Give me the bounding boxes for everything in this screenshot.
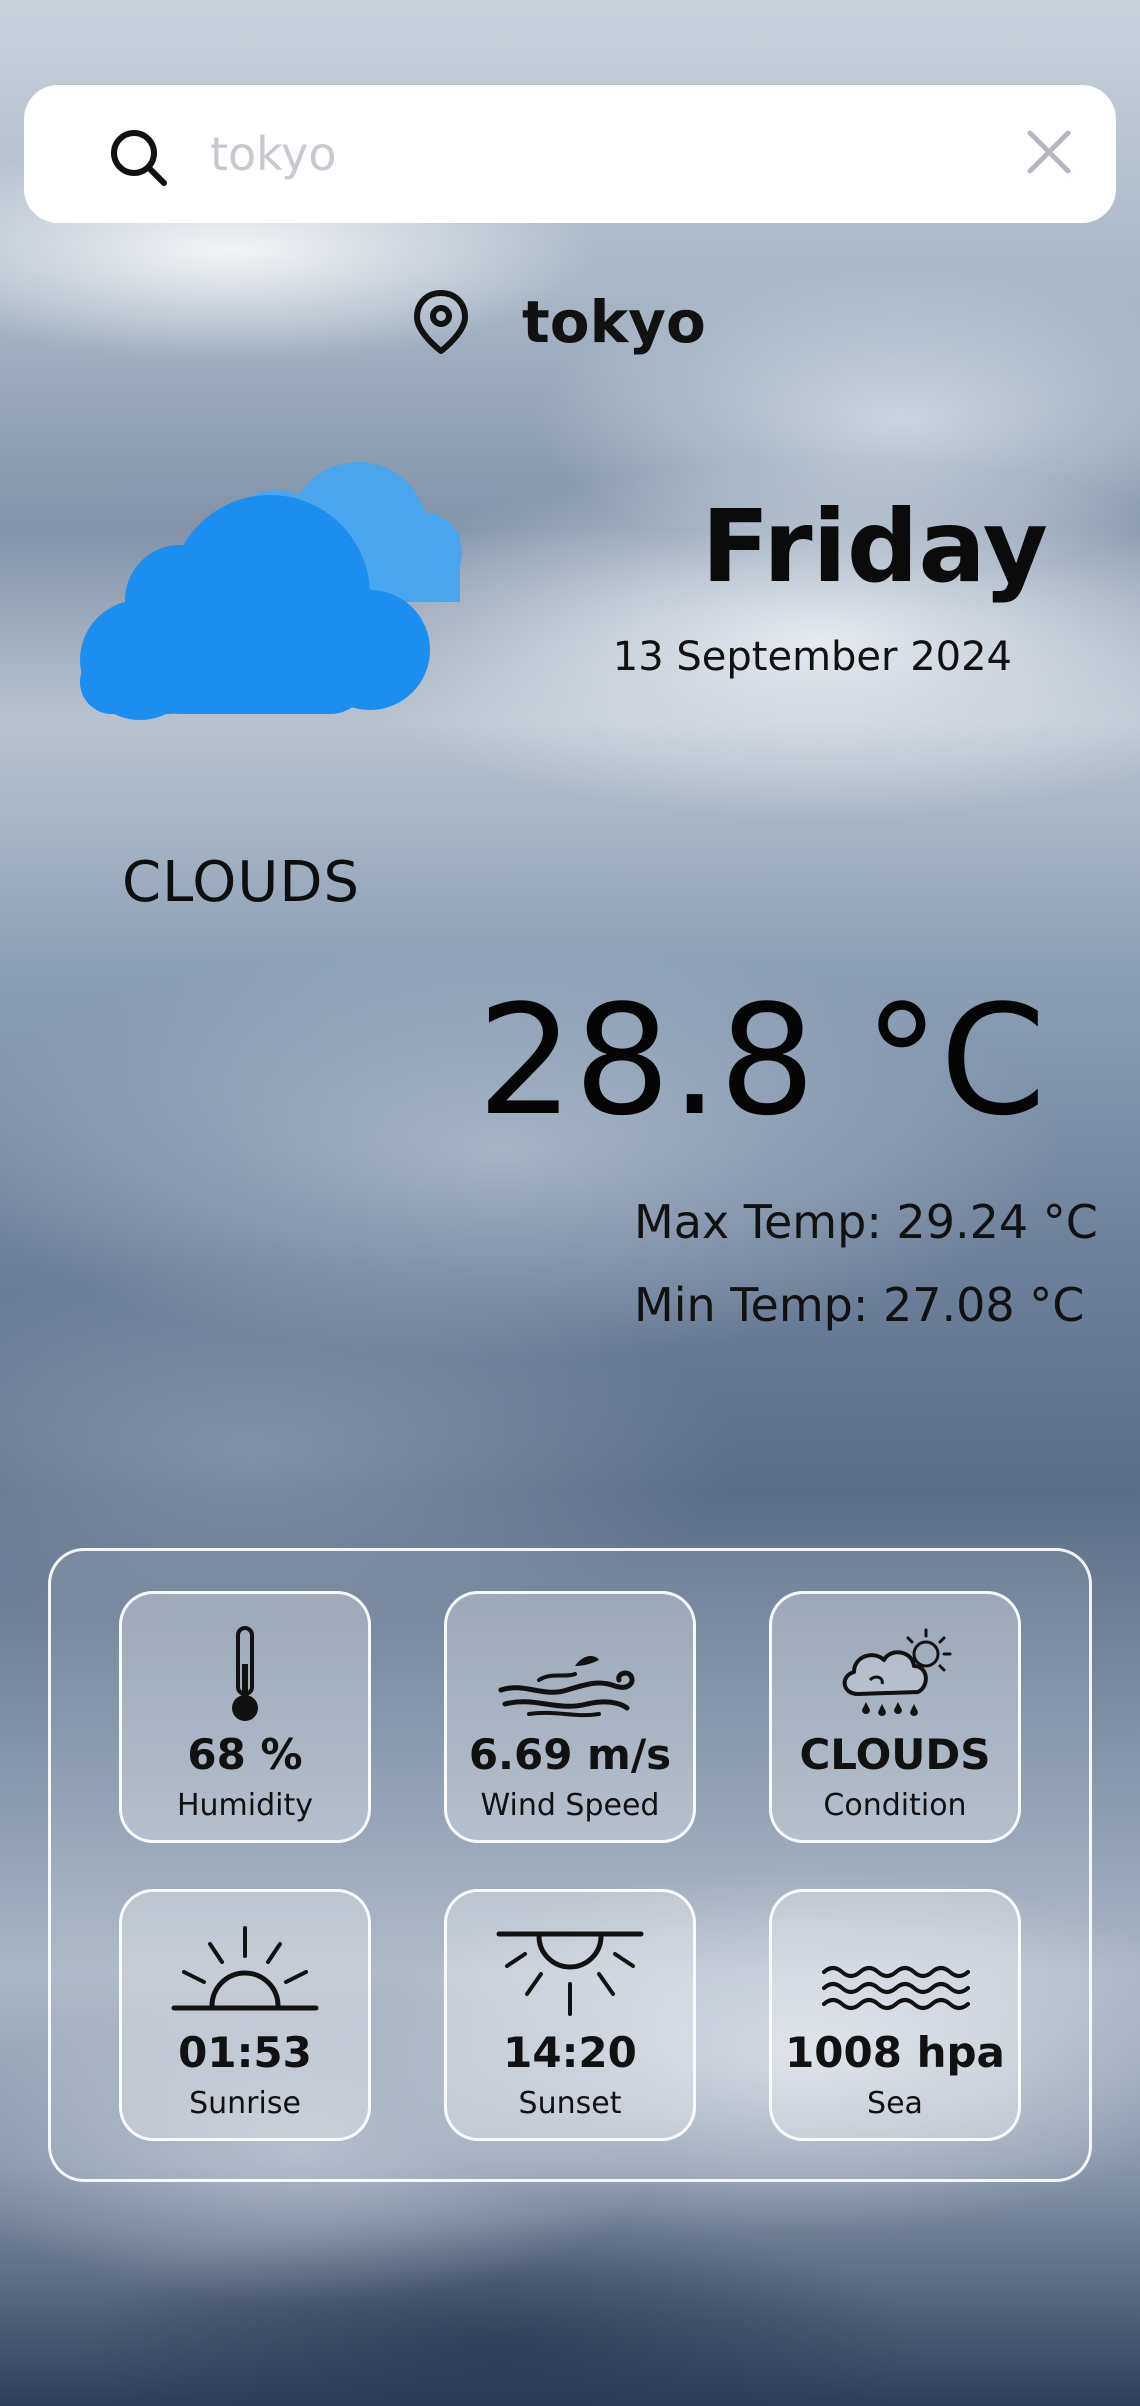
sunrise-icon — [171, 1926, 319, 2011]
day-name: Friday — [701, 488, 1048, 605]
location: tokyo — [410, 282, 706, 362]
wind-speed-value: 6.69 m/s — [468, 1730, 672, 1779]
weather-details-panel: 68 % Humidity 6.69 m/s Wind Speed CLOUDS… — [48, 1548, 1092, 2182]
condition-card: CLOUDS Condition — [769, 1591, 1021, 1843]
sunset-icon — [496, 1931, 644, 2016]
sea-level-value: 1008 hpa — [785, 2028, 1005, 2077]
sea-level-card: 1008 hpa Sea — [769, 1889, 1021, 2141]
cloud-rain-sun-icon — [842, 1628, 952, 1716]
sunset-label: Sunset — [518, 2086, 622, 2121]
min-temperature: Min Temp: 27.08 °C — [634, 1278, 1085, 1332]
search-icon[interactable] — [106, 125, 170, 189]
waves-icon — [822, 1966, 970, 2010]
close-icon[interactable] — [1026, 129, 1072, 175]
sunrise-value: 01:53 — [178, 2028, 312, 2077]
sea-level-label: Sea — [867, 2086, 923, 2121]
sunrise-label: Sunrise — [189, 2086, 301, 2121]
max-temperature: Max Temp: 29.24 °C — [634, 1195, 1098, 1249]
search-input[interactable] — [210, 119, 1010, 189]
wind-speed-card: 6.69 m/s Wind Speed — [444, 1591, 696, 1843]
search-bar — [24, 85, 1116, 223]
sunset-card: 14:20 Sunset — [444, 1889, 696, 2141]
wind-speed-label: Wind Speed — [480, 1788, 660, 1823]
cloud-weather-icon — [80, 462, 462, 720]
humidity-label: Humidity — [176, 1788, 314, 1823]
current-temperature: 28.8 °C — [477, 972, 1046, 1149]
location-pin-icon — [414, 290, 468, 354]
condition-label: Condition — [823, 1788, 967, 1823]
condition-value: CLOUDS — [799, 1730, 991, 1779]
thermometer-icon — [232, 1626, 258, 1721]
location-name: tokyo — [522, 288, 706, 356]
humidity-value: 68 % — [187, 1730, 303, 1779]
sunrise-card: 01:53 Sunrise — [119, 1889, 371, 2141]
humidity-card: 68 % Humidity — [119, 1591, 371, 1843]
sunset-value: 14:20 — [503, 2028, 637, 2077]
date: 13 September 2024 — [612, 634, 1012, 680]
wind-icon — [498, 1656, 635, 1718]
weather-condition: CLOUDS — [122, 850, 361, 915]
